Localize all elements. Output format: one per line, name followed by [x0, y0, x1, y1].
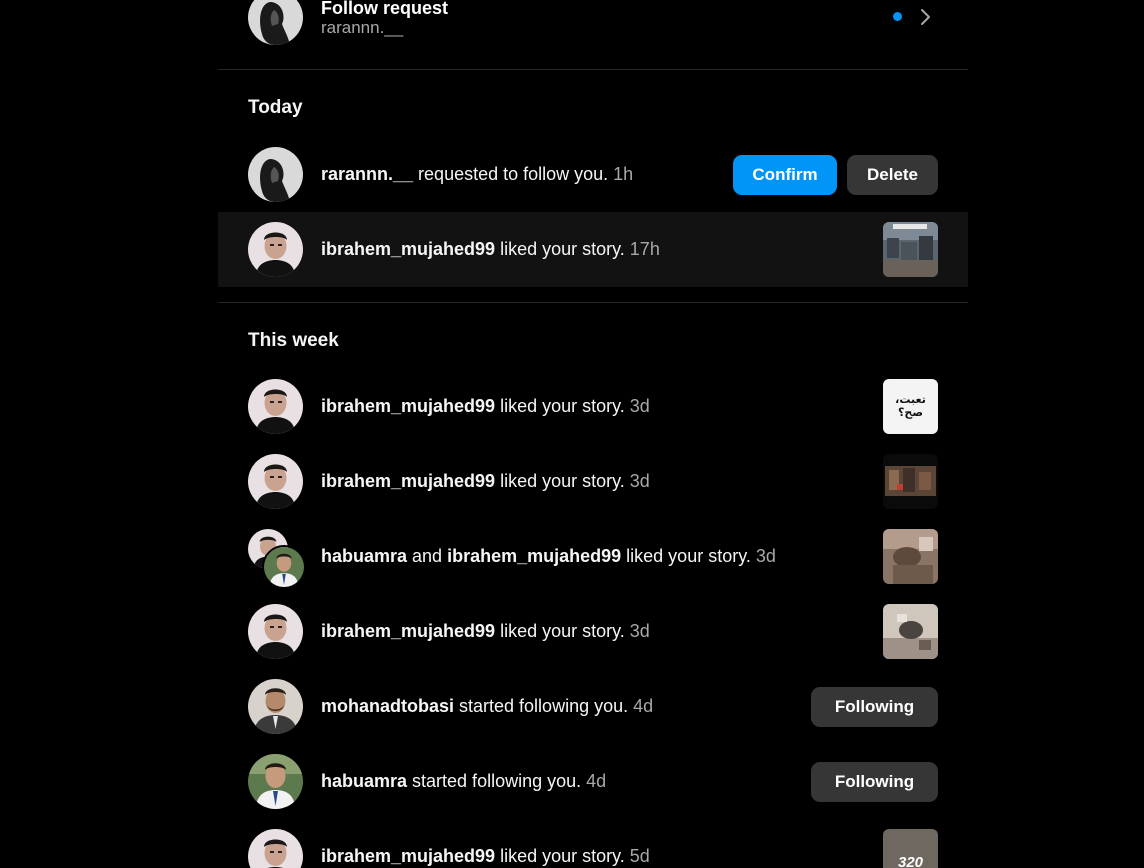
- notification-message: liked your story.: [621, 546, 756, 566]
- chevron-right-icon[interactable]: [918, 7, 932, 27]
- avatar[interactable]: [248, 0, 303, 45]
- timestamp: 17h: [629, 239, 660, 259]
- avatar[interactable]: [248, 679, 303, 734]
- timestamp: 4d: [633, 696, 654, 716]
- list-item[interactable]: habuamra and ibrahem_mujahed99 liked you…: [218, 519, 968, 594]
- following-button[interactable]: Following: [811, 762, 938, 802]
- section-divider: [218, 69, 968, 70]
- avatar[interactable]: [248, 147, 303, 202]
- timestamp: 3d: [629, 396, 650, 416]
- timestamp: 5d: [629, 846, 650, 866]
- list-item[interactable]: ibrahem_mujahed99 liked your story. 3d: [218, 594, 968, 669]
- username-link[interactable]: habuamra: [321, 771, 407, 791]
- section-title-today: Today: [248, 97, 303, 118]
- list-item[interactable]: habuamra started following you. 4d Follo…: [218, 744, 968, 819]
- list-item[interactable]: ibrahem_mujahed99 liked your story. 3d ت…: [218, 369, 968, 444]
- username-link[interactable]: ibrahem_mujahed99: [321, 471, 495, 491]
- list-item[interactable]: ibrahem_mujahed99 liked your story. 5d 3…: [218, 819, 968, 868]
- username-link[interactable]: ibrahem_mujahed99: [321, 239, 495, 259]
- story-thumbnail-caption: تعبت، صح؟: [895, 393, 926, 419]
- avatar[interactable]: [248, 454, 303, 509]
- follow-request-title: Follow request: [321, 0, 449, 18]
- notification-message: requested to follow you.: [413, 164, 614, 184]
- timestamp: 1h: [613, 164, 634, 184]
- notification-message: started following you.: [407, 771, 587, 791]
- timestamp: 4d: [586, 771, 607, 791]
- story-thumbnail[interactable]: 320: [883, 829, 938, 868]
- avatar-group[interactable]: [248, 529, 306, 589]
- story-thumbnail[interactable]: [883, 454, 938, 509]
- notification-text: habuamra started following you. 4d: [321, 744, 606, 819]
- timestamp: 3d: [629, 621, 650, 641]
- avatar[interactable]: [248, 379, 303, 434]
- username-link[interactable]: ibrahem_mujahed99: [447, 546, 621, 566]
- avatar[interactable]: [248, 604, 303, 659]
- notification-message: liked your story.: [495, 621, 630, 641]
- username-link[interactable]: ibrahem_mujahed99: [321, 396, 495, 416]
- notification-text: ibrahem_mujahed99 liked your story. 3d: [321, 444, 650, 519]
- list-item[interactable]: ibrahem_mujahed99 liked your story. 3d: [218, 444, 968, 519]
- avatar[interactable]: [248, 754, 303, 809]
- notification-message: liked your story.: [495, 471, 630, 491]
- notification-text: habuamra and ibrahem_mujahed99 liked you…: [321, 519, 776, 594]
- story-thumbnail[interactable]: [883, 222, 938, 277]
- unread-dot-icon: [893, 12, 902, 21]
- section-title-this-week: This week: [248, 330, 339, 351]
- notification-message: liked your story.: [495, 239, 630, 259]
- following-button[interactable]: Following: [811, 687, 938, 727]
- follow-request-username: rarannn.__: [321, 18, 404, 37]
- notification-message: liked your story.: [495, 396, 630, 416]
- username-link[interactable]: mohanadtobasi: [321, 696, 454, 716]
- story-thumbnail[interactable]: تعبت، صح؟: [883, 379, 938, 434]
- notification-text: mohanadtobasi started following you. 4d: [321, 669, 653, 744]
- notification-text: rarannn.__ requested to follow you. 1h: [321, 137, 633, 212]
- username-link[interactable]: rarannn.__: [321, 164, 413, 184]
- username-link[interactable]: habuamra: [321, 546, 407, 566]
- avatar[interactable]: [262, 545, 306, 589]
- timestamp: 3d: [755, 546, 776, 566]
- confirm-button[interactable]: Confirm: [733, 155, 837, 195]
- story-thumbnail[interactable]: [883, 529, 938, 584]
- notification-text: ibrahem_mujahed99 liked your story. 3d: [321, 369, 650, 444]
- list-item[interactable]: mohanadtobasi started following you. 4d …: [218, 669, 968, 744]
- notification-message: liked your story.: [495, 846, 630, 866]
- avatar[interactable]: [248, 829, 303, 868]
- follow-request-row[interactable]: Follow request rarannn.__: [218, 0, 968, 52]
- username-link[interactable]: ibrahem_mujahed99: [321, 621, 495, 641]
- notification-text: ibrahem_mujahed99 liked your story. 17h: [321, 212, 660, 287]
- list-item[interactable]: rarannn.__ requested to follow you. 1h C…: [218, 137, 968, 212]
- notification-connector: and: [407, 546, 448, 566]
- delete-button[interactable]: Delete: [847, 155, 938, 195]
- notification-text: ibrahem_mujahed99 liked your story. 3d: [321, 594, 650, 669]
- notifications-panel: Follow request rarannn.__ Today rarannn.…: [218, 0, 968, 868]
- notification-text: ibrahem_mujahed99 liked your story. 5d: [321, 819, 650, 868]
- username-link[interactable]: ibrahem_mujahed99: [321, 846, 495, 866]
- notification-message: started following you.: [454, 696, 634, 716]
- story-thumbnail-caption: 320: [897, 854, 924, 868]
- avatar[interactable]: [248, 222, 303, 277]
- story-thumbnail[interactable]: [883, 604, 938, 659]
- timestamp: 3d: [629, 471, 650, 491]
- list-item[interactable]: ibrahem_mujahed99 liked your story. 17h: [218, 212, 968, 287]
- section-divider: [218, 302, 968, 303]
